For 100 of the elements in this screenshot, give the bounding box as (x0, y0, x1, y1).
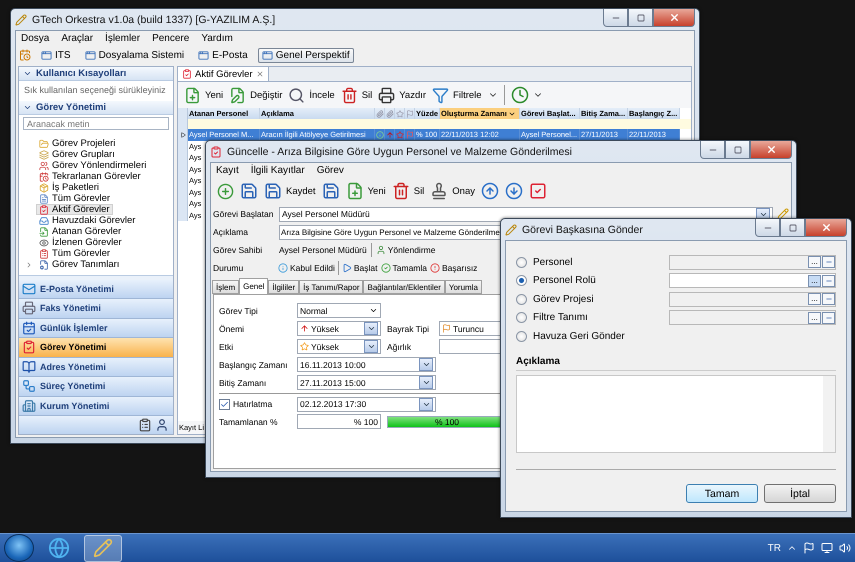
impact-dropdown[interactable]: Yüksek (297, 339, 381, 354)
lookup-field[interactable]: ... (669, 254, 836, 270)
dialog-button[interactable]: Tamam (686, 484, 758, 503)
column-header[interactable] (395, 108, 405, 119)
status-action[interactable]: Başarısız (430, 263, 478, 273)
close-button[interactable] (750, 141, 792, 159)
section-header[interactable]: Görev Yönetimi (19, 101, 173, 115)
browse-button[interactable]: ... (808, 312, 821, 324)
close-button[interactable] (653, 9, 695, 27)
tree-item[interactable]: Atanan Görevler (36, 226, 124, 237)
tree-item[interactable]: Görev Tanımları (36, 259, 122, 270)
end-date-field[interactable]: 27.11.2013 15:00 (297, 375, 436, 390)
menu-item[interactable]: Araçlar (61, 33, 94, 44)
shortcut-button[interactable]: ITS (37, 48, 75, 62)
toolbar-button[interactable]: Onay (430, 182, 476, 200)
tree-item[interactable]: Görev Projeleri (36, 138, 118, 149)
add-button[interactable] (217, 182, 234, 200)
module-button[interactable]: Kurum Yönetimi (19, 396, 173, 416)
menu-item[interactable]: Pencere (152, 33, 190, 44)
toolbar-button[interactable]: Değiştir (229, 86, 282, 104)
option-label[interactable]: Personel Rolü (533, 275, 663, 286)
tree-item[interactable]: Görev Yönlendirmeleri (36, 160, 150, 171)
clear-button[interactable] (822, 293, 835, 306)
next-button[interactable] (505, 182, 524, 200)
tab[interactable]: İşlem (212, 280, 240, 294)
menu-item[interactable]: Dosya (21, 33, 50, 44)
option-label[interactable]: Personel (533, 256, 663, 268)
start-date-field[interactable]: 16.11.2013 10:00 (297, 357, 436, 372)
tree-item[interactable]: Tüm Görevler (36, 248, 114, 259)
language-indicator[interactable]: TR (768, 542, 781, 554)
browse-button[interactable]: ... (808, 256, 821, 268)
browse-button[interactable]: ... (808, 293, 821, 306)
module-button[interactable]: Görev Yönetimi (19, 338, 173, 358)
previous-button[interactable] (481, 182, 500, 200)
tab[interactable]: İlgililer (268, 280, 300, 294)
lookup-field[interactable]: ... (669, 273, 836, 288)
toolbar-button[interactable]: Sil (340, 86, 372, 104)
status-action[interactable]: Tamamla (380, 263, 427, 273)
clear-button[interactable] (822, 256, 835, 268)
tab[interactable]: Yorumla (444, 280, 482, 294)
tree-item[interactable]: Görev Grupları (36, 149, 118, 160)
tab[interactable]: Genel (239, 278, 268, 294)
maximize-button[interactable] (628, 9, 653, 27)
menu-item[interactable]: Görev (316, 165, 344, 176)
toolbar-button[interactable]: Yeni (346, 182, 386, 200)
radio-button[interactable] (516, 312, 527, 324)
menu-item[interactable]: Kayıt (216, 165, 239, 176)
tree-item[interactable]: Aktif Görevler (36, 204, 113, 215)
menu-item[interactable]: İşlemler (105, 33, 140, 44)
lookup-field[interactable]: ... (669, 292, 836, 307)
shortcut-button[interactable]: Genel Perspektif (258, 48, 354, 62)
menu-item[interactable]: Yardım (201, 33, 233, 44)
module-button[interactable]: Faks Yönetimi (19, 299, 173, 318)
tree-item[interactable]: Havuzdaki Görevler (36, 215, 138, 226)
priority-dropdown[interactable]: Yüksek (297, 321, 381, 336)
module-button[interactable]: Süreç Yönetimi (19, 377, 173, 396)
radio-button[interactable] (516, 256, 527, 268)
shortcut-button[interactable]: E-Posta (194, 48, 252, 62)
search-field[interactable]: Aranacak metin (23, 117, 169, 130)
close-button[interactable] (805, 219, 847, 237)
tab[interactable]: İş Tanımı/Rapor (299, 280, 364, 294)
taskbar-button[interactable] (84, 534, 122, 562)
option-label[interactable]: Görev Projesi (533, 294, 663, 305)
toolbar-button[interactable]: Yazdır (378, 86, 426, 104)
tree-item[interactable]: İzlenen Görevler (36, 237, 125, 248)
tree-item[interactable]: Tüm Görevler (36, 193, 114, 204)
tree-item[interactable]: Tekrarlanan Görevler (36, 171, 144, 182)
toolbar-button[interactable]: Sil (392, 182, 424, 200)
reminder-date-field[interactable]: 02.12.2013 17:30 (297, 396, 436, 412)
radio-button[interactable] (516, 275, 527, 286)
minimize-button[interactable] (700, 141, 725, 159)
reminder-checkbox[interactable] (219, 398, 230, 410)
status-action[interactable]: Başlat (342, 263, 378, 273)
maximize-button[interactable] (780, 219, 805, 237)
lookup-field[interactable]: ... (669, 310, 836, 326)
tree-item[interactable]: İş Paketleri (36, 182, 102, 193)
maximize-button[interactable] (725, 141, 750, 159)
type-dropdown[interactable]: Normal (297, 303, 381, 318)
shortcut-button[interactable]: Dosyalama Sistemi (80, 48, 188, 62)
clear-button[interactable] (822, 274, 835, 287)
save-button[interactable] (240, 182, 258, 200)
tab[interactable]: Bağlantılar/Eklentiler (363, 280, 445, 294)
radio-button[interactable] (516, 294, 527, 305)
browse-button[interactable]: ... (808, 274, 821, 287)
document-tab[interactable]: Aktif Görevler (178, 67, 269, 81)
start-button[interactable] (4, 534, 34, 562)
scrollbar[interactable] (823, 376, 835, 452)
toolbar-button[interactable]: Yeni (184, 86, 224, 104)
save-button[interactable] (322, 182, 340, 200)
section-header[interactable]: Kullanıcı Kısayolları (19, 67, 173, 81)
history-button[interactable] (510, 86, 543, 104)
minimize-button[interactable] (603, 9, 628, 27)
redirect-link[interactable]: Yönlendirme (376, 245, 436, 255)
toolbar-button[interactable]: Kaydet (264, 182, 316, 200)
option-label[interactable]: Havuza Geri Gönder (533, 330, 663, 342)
toolbar-button[interactable]: Filtrele (432, 86, 482, 104)
toolbar-button[interactable]: İncele (288, 86, 335, 104)
approve-button[interactable] (529, 182, 548, 200)
dialog-button[interactable]: İptal (764, 484, 836, 503)
option-label[interactable]: Filtre Tanımı (533, 312, 663, 324)
